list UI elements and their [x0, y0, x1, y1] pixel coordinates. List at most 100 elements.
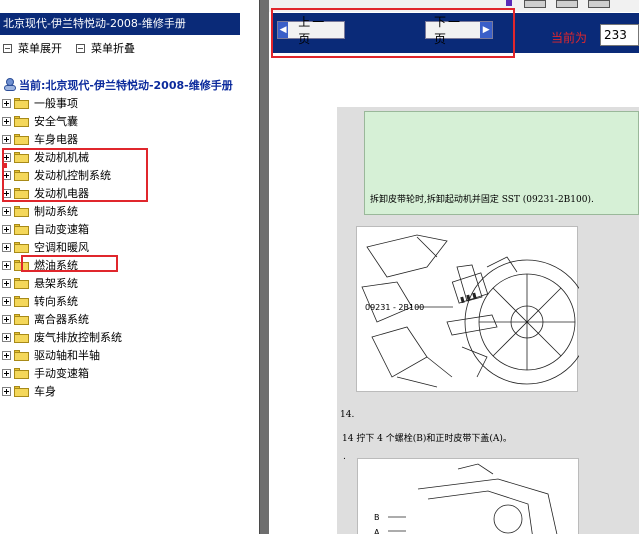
- tree-item-label: 空调和暖风: [34, 241, 89, 254]
- folder-icon: [14, 385, 29, 397]
- toolbar-button-3[interactable]: [588, 0, 610, 8]
- folder-icon: [14, 367, 29, 379]
- tree-item-label: 安全气囊: [34, 115, 78, 128]
- tree-item-label: 离合器系统: [34, 313, 89, 326]
- expand-plus-icon[interactable]: [2, 206, 11, 216]
- tree-item-label: 一般事项: [34, 97, 78, 110]
- tree-item-label: 制动系统: [34, 205, 78, 218]
- note-text: 拆卸皮带轮时,拆卸起动机并固定 SST (09231-2B100).: [370, 195, 594, 205]
- expand-plus-icon[interactable]: [2, 98, 11, 108]
- current-page-label: 当前为: [551, 31, 588, 45]
- tree-root-label: 当前:北京现代-伊兰特悦动-2008-维修手册: [19, 79, 233, 92]
- next-page-label: 下一页: [434, 15, 463, 46]
- menu-expand-label: 菜单展开: [18, 42, 62, 55]
- tree-item-label: 发动机电器: [34, 187, 89, 200]
- folder-icon: [14, 349, 29, 361]
- tree-item-engine-mechanical[interactable]: 发动机机械: [2, 149, 89, 165]
- tree-item-label: 手动变速箱: [34, 367, 89, 380]
- prev-page-label: 上一页: [298, 15, 327, 46]
- folder-icon: [14, 205, 29, 217]
- tree-item-automatic-transmission[interactable]: 自动变速箱: [2, 221, 89, 237]
- expand-plus-icon[interactable]: [2, 350, 11, 360]
- tree-item-label: 废气排放控制系统: [34, 331, 122, 344]
- tree-item-label: 发动机机械: [34, 151, 89, 164]
- expand-plus-icon[interactable]: [2, 278, 11, 288]
- tree-item-brake[interactable]: 制动系统: [2, 203, 78, 219]
- folder-icon: [14, 331, 29, 343]
- menu-collapse-label: 菜单折叠: [91, 42, 135, 55]
- folder-icon: [14, 133, 29, 145]
- figure-timing-drawing: B A: [374, 463, 558, 534]
- page-number-input[interactable]: [600, 24, 639, 46]
- tree-item-steering[interactable]: 转向系统: [2, 293, 78, 309]
- tree-item-engine-control[interactable]: 发动机控制系统: [2, 167, 111, 183]
- folder-icon: [14, 259, 29, 271]
- expand-plus-icon[interactable]: [2, 260, 11, 270]
- tree-item-hvac[interactable]: 空调和暖风: [2, 239, 89, 255]
- tree-item-label: 悬架系统: [34, 277, 78, 290]
- tree-item-label: 发动机控制系统: [34, 169, 111, 182]
- arrow-left-icon: ◀: [278, 22, 289, 38]
- tree-item-general[interactable]: 一般事项: [2, 95, 78, 111]
- expand-plus-icon[interactable]: [2, 296, 11, 306]
- figure-sst-install: 09231 - 2B100: [356, 226, 590, 392]
- tree-item-label: 驱动轴和半轴: [34, 349, 100, 362]
- tree-item-label: 自动变速箱: [34, 223, 89, 236]
- sidebar: 北京现代-伊兰特悦动-2008-维修手册 菜单展开 菜单折叠 当前:北京现代-伊…: [0, 0, 259, 534]
- folder-icon: [14, 187, 29, 199]
- figure-timing-cover: B A: [357, 458, 579, 534]
- tree-item-driveshaft[interactable]: 驱动轴和半轴: [2, 347, 100, 363]
- tree-item-label: 车身: [34, 385, 56, 398]
- expand-plus-icon[interactable]: [2, 134, 11, 144]
- folder-icon: [14, 97, 29, 109]
- expand-plus-icon[interactable]: [2, 242, 11, 252]
- tree-item-clutch[interactable]: 离合器系统: [2, 311, 89, 327]
- figure-callout-sst: 09231 - 2B100: [365, 303, 424, 312]
- tree-item-airbag[interactable]: 安全气囊: [2, 113, 78, 129]
- step-number: 14.: [340, 410, 355, 420]
- tree-item-label: 车身电器: [34, 133, 78, 146]
- tree-item-engine-electrical[interactable]: 发动机电器: [2, 185, 89, 201]
- expand-plus-icon[interactable]: [2, 386, 11, 396]
- tree-item-label: 燃油系统: [34, 259, 78, 272]
- tree-item-fuel[interactable]: 燃油系统: [2, 257, 78, 273]
- collapse-icon: [76, 43, 85, 53]
- expand-plus-icon[interactable]: [2, 332, 11, 342]
- toolbar-button-1[interactable]: [524, 0, 546, 8]
- manual-page: 拆卸皮带轮时,拆卸起动机并固定 SST (09231-2B100). 09231…: [337, 107, 639, 534]
- step-bullet: .: [343, 452, 346, 462]
- user-icon: [4, 78, 16, 92]
- next-page-button[interactable]: 下一页 ▶: [425, 15, 493, 46]
- expand-plus-icon[interactable]: [2, 152, 11, 162]
- folder-icon: [14, 151, 29, 163]
- tree-item-label: 转向系统: [34, 295, 78, 308]
- menu-collapse-button[interactable]: 菜单折叠: [76, 41, 135, 55]
- expand-plus-icon[interactable]: [2, 188, 11, 198]
- expand-plus-icon[interactable]: [2, 224, 11, 234]
- note-box: 拆卸皮带轮时,拆卸起动机并固定 SST (09231-2B100).: [364, 111, 639, 215]
- toolbar-button-2[interactable]: [556, 0, 578, 8]
- tree-item-manual-transmission[interactable]: 手动变速箱: [2, 365, 89, 381]
- expand-plus-icon[interactable]: [2, 170, 11, 180]
- tree-item-emission-control[interactable]: 废气排放控制系统: [2, 329, 122, 345]
- expand-plus-icon[interactable]: [2, 116, 11, 126]
- content-pane: ◀ 上一页 下一页 ▶ 当前为 拆卸皮带轮时,拆卸起动机并固定 SST (092…: [269, 0, 639, 534]
- tree-root[interactable]: 当前:北京现代-伊兰特悦动-2008-维修手册: [4, 77, 233, 93]
- sidebar-top-strip: [0, 0, 259, 12]
- figure-sst-drawing: 09231 - 2B100: [361, 234, 590, 388]
- folder-icon: [14, 277, 29, 289]
- pane-divider[interactable]: [259, 0, 269, 534]
- tree-item-body-electrical[interactable]: 车身电器: [2, 131, 78, 147]
- figure-callout-a: A: [374, 528, 380, 534]
- prev-page-button[interactable]: ◀ 上一页: [277, 15, 345, 46]
- menu-expand-button[interactable]: 菜单展开: [3, 41, 62, 55]
- tree-item-suspension[interactable]: 悬架系统: [2, 275, 78, 291]
- folder-icon: [14, 223, 29, 235]
- expand-plus-icon[interactable]: [2, 314, 11, 324]
- figure-callout-b: B: [374, 513, 380, 522]
- toolbar-indicator: [506, 0, 512, 6]
- tree-item-body[interactable]: 车身: [2, 383, 56, 399]
- step-text: 14 拧下 4 个螺栓(B)和正时皮带下盖(A)。: [342, 434, 512, 444]
- sidebar-title: 北京现代-伊兰特悦动-2008-维修手册: [0, 13, 240, 35]
- expand-plus-icon[interactable]: [2, 368, 11, 378]
